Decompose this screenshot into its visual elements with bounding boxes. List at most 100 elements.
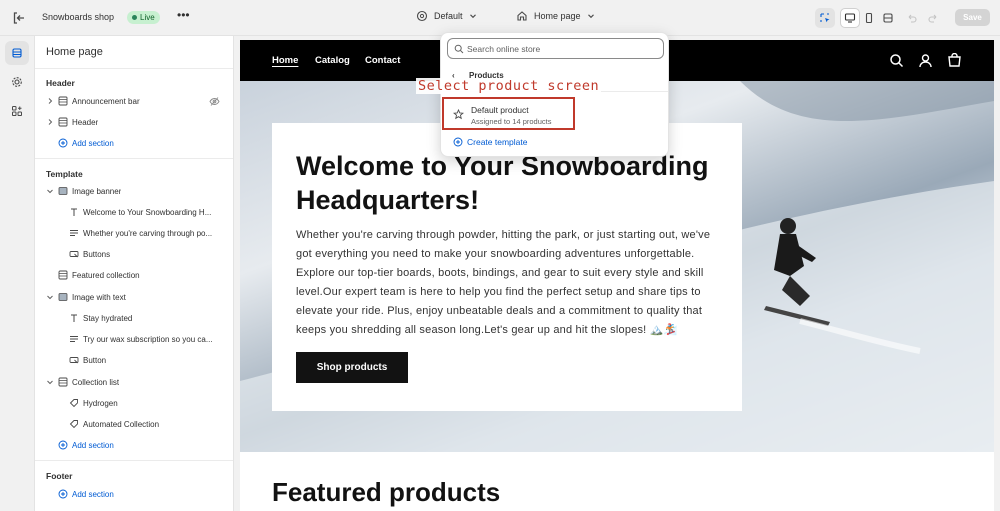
block-collection[interactable]: Automated Collection <box>35 415 233 433</box>
mobile-view-icon[interactable] <box>859 8 879 28</box>
block-label: Hydrogen <box>83 398 118 408</box>
collection-tag-icon <box>69 420 78 429</box>
nav-link-home[interactable]: Home <box>272 55 298 66</box>
sections-icon[interactable] <box>5 41 29 65</box>
section-label: Image banner <box>72 186 122 196</box>
page-selector[interactable]: Home page <box>516 10 595 22</box>
search-field[interactable] <box>447 38 664 59</box>
save-button[interactable]: Save <box>955 9 990 26</box>
plus-circle-icon <box>453 137 463 147</box>
top-bar: Snowboards shop Live ••• Default Home pa… <box>0 0 1000 36</box>
block-text[interactable]: Try our wax subscription so you ca... <box>35 330 233 348</box>
section-label: Announcement bar <box>72 96 140 106</box>
chevron-right-icon[interactable] <box>46 97 54 105</box>
app-embeds-icon[interactable] <box>5 99 29 123</box>
section-image-with-text[interactable]: Image with text <box>35 288 233 306</box>
block-heading[interactable]: Stay hydrated <box>35 309 233 327</box>
theme-selector[interactable]: Default <box>416 10 477 22</box>
search-icon[interactable] <box>889 53 904 68</box>
annotation-label: Select product screen <box>416 78 602 94</box>
add-section-template[interactable]: Add section <box>35 436 233 454</box>
template-dropdown: ‹ Products Default product Assigned to 1… <box>440 32 669 157</box>
plus-circle-icon <box>58 440 68 450</box>
section-featured-collection[interactable]: Featured collection <box>35 266 233 284</box>
section-announcement-bar[interactable]: Announcement bar <box>35 92 233 110</box>
search-input[interactable] <box>467 42 657 56</box>
inspector-icon[interactable] <box>815 8 835 28</box>
search-icon <box>454 44 464 54</box>
chevron-down-icon[interactable] <box>46 187 54 195</box>
block-label: Welcome to Your Snowboarding H... <box>83 207 212 217</box>
block-button[interactable]: Button <box>35 351 233 369</box>
add-section-label: Add section <box>72 138 114 148</box>
section-icon <box>58 117 68 127</box>
option-title: Default product <box>471 105 529 115</box>
nav-link-catalog[interactable]: Catalog <box>315 55 350 66</box>
image-icon <box>58 293 68 301</box>
block-label: Try our wax subscription so you ca... <box>83 334 213 344</box>
block-collection[interactable]: Hydrogen <box>35 394 233 412</box>
section-icon <box>58 377 68 387</box>
add-section-footer[interactable]: Add section <box>35 485 233 503</box>
more-actions-icon[interactable]: ••• <box>177 8 190 22</box>
chevron-down-icon <box>469 14 476 19</box>
cart-icon[interactable] <box>947 53 962 68</box>
star-icon <box>453 109 464 120</box>
section-label: Featured collection <box>72 270 140 280</box>
divider <box>35 460 233 461</box>
block-text[interactable]: Whether you're carving through po... <box>35 224 233 242</box>
banner-heading[interactable]: Welcome to Your Snowboarding Headquarter… <box>296 149 736 217</box>
footer-group-title: Footer <box>46 471 73 481</box>
paragraph-icon <box>70 230 78 236</box>
text-icon <box>71 314 77 322</box>
default-product-option[interactable]: Default product Assigned to 14 products <box>442 97 575 130</box>
section-collection-list[interactable]: Collection list <box>35 373 233 391</box>
section-header[interactable]: Header <box>35 113 233 131</box>
block-label: Buttons <box>83 249 111 259</box>
section-label: Collection list <box>72 377 120 387</box>
option-subtitle: Assigned to 14 products <box>471 117 552 126</box>
exit-icon[interactable] <box>11 10 27 26</box>
section-label: Header <box>72 117 99 127</box>
desktop-view-icon[interactable] <box>840 8 860 28</box>
banner-card: Welcome to Your Snowboarding Headquarter… <box>272 123 742 411</box>
theme-settings-icon[interactable] <box>5 70 29 94</box>
undo-icon[interactable] <box>902 8 922 28</box>
paragraph-icon <box>70 336 78 342</box>
featured-products-heading[interactable]: Featured products <box>272 477 500 508</box>
header-group-title: Header <box>46 78 75 88</box>
theme-label: Default <box>434 11 463 21</box>
home-icon <box>517 11 527 21</box>
hidden-eye-icon[interactable] <box>209 96 220 107</box>
page-title: Home page <box>46 46 103 58</box>
chevron-down-icon <box>587 14 594 19</box>
text-icon <box>71 208 77 216</box>
chevron-right-icon[interactable] <box>46 118 54 126</box>
left-rail <box>0 36 35 511</box>
banner-text[interactable]: Whether you're carving through powder, h… <box>296 226 722 340</box>
block-heading[interactable]: Welcome to Your Snowboarding H... <box>35 203 233 221</box>
add-section-header[interactable]: Add section <box>35 134 233 152</box>
fullscreen-icon[interactable] <box>878 8 898 28</box>
shop-products-button[interactable]: Shop products <box>296 352 408 383</box>
template-group-title: Template <box>46 169 83 179</box>
add-section-label: Add section <box>72 440 114 450</box>
sections-sidebar: Home page Header Announcement bar Header… <box>35 36 234 511</box>
section-label: Image with text <box>72 292 126 302</box>
chevron-down-icon[interactable] <box>46 378 54 386</box>
block-buttons[interactable]: Buttons <box>35 245 233 263</box>
account-icon[interactable] <box>918 53 933 68</box>
create-template-label: Create template <box>467 137 528 147</box>
section-icon <box>58 96 68 106</box>
live-badge: Live <box>127 11 160 24</box>
create-template-link[interactable]: Create template <box>453 137 527 147</box>
block-label: Automated Collection <box>83 419 160 429</box>
section-image-banner[interactable]: Image banner <box>35 182 233 200</box>
chevron-down-icon[interactable] <box>46 293 54 301</box>
block-label: Stay hydrated <box>83 313 133 323</box>
nav-link-contact[interactable]: Contact <box>365 55 400 66</box>
plus-circle-icon <box>58 489 68 499</box>
redo-icon[interactable] <box>923 8 943 28</box>
section-icon <box>58 270 68 280</box>
plus-circle-icon <box>58 138 68 148</box>
